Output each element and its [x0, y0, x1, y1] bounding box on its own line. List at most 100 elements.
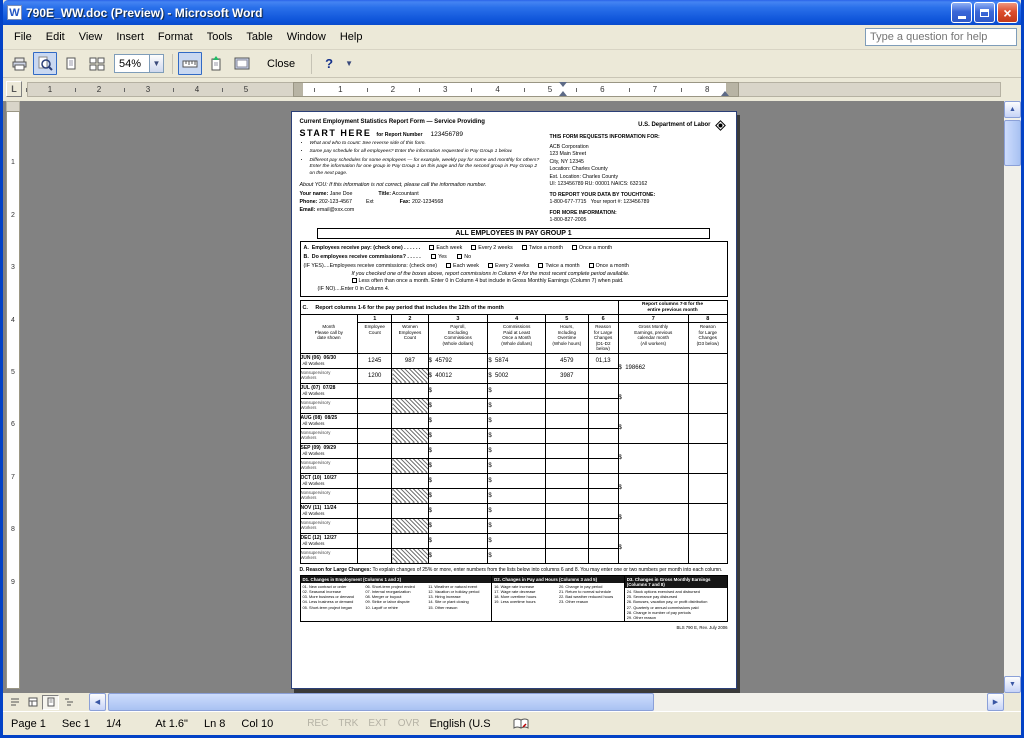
web-layout-view-button[interactable] [24, 695, 41, 710]
company-ids: UI: 123456789 RU: 00001 NAICS: 632162 [549, 181, 727, 189]
status-mode-ovr[interactable]: OVR [398, 718, 420, 729]
ruler-number: 5 [6, 369, 20, 376]
menu-item-window[interactable]: Window [280, 28, 333, 46]
data-cell [588, 428, 618, 443]
print-icon [11, 56, 27, 72]
company-street: 123 Main Street [549, 151, 727, 159]
vertical-scroll-track[interactable] [1004, 118, 1021, 676]
column-header: 2WomenEmployeesCount [392, 315, 428, 354]
status-mode-ext[interactable]: EXT [368, 718, 387, 729]
magnifier-button[interactable] [33, 52, 57, 75]
close-window-button[interactable]: × [997, 2, 1018, 23]
status-at: At 1.6" [155, 718, 188, 730]
checkbox-icon [429, 245, 434, 250]
menu-item-file[interactable]: File [7, 28, 39, 46]
horizontal-ruler[interactable]: L 1234512345678 [3, 78, 1021, 101]
ruler-number: 5 [548, 82, 552, 97]
status-mode-trk[interactable]: TRK [338, 718, 358, 729]
data-cell [588, 398, 618, 413]
data-cell [588, 413, 618, 428]
ruler-tick [471, 88, 472, 92]
scroll-down-button[interactable]: ▼ [1004, 676, 1021, 693]
all-workers-label: All Workers [301, 511, 358, 516]
hatched-cell [392, 518, 428, 533]
ruler-number: 6 [6, 421, 20, 428]
data-cell [392, 413, 428, 428]
help-button[interactable]: ? [317, 52, 341, 75]
touchtone-number: 1-800-677-7715 [549, 199, 586, 205]
menu-item-table[interactable]: Table [239, 28, 279, 46]
ruler-number: 7 [653, 82, 657, 97]
multiple-pages-button[interactable] [85, 52, 109, 75]
restore-button[interactable] [974, 2, 995, 23]
multiple-pages-icon [89, 56, 105, 72]
document-page[interactable]: Current Employment Statistics Report For… [291, 111, 737, 689]
horizontal-scroll-track[interactable] [106, 693, 987, 711]
print-button[interactable] [7, 52, 31, 75]
agency-block: U.S. Department of Labor THIS FORM REQUE… [543, 119, 727, 225]
scroll-left-button[interactable]: ◀ [89, 693, 106, 711]
reason-code-column: 01. New contract or order02. Seasonal in… [302, 584, 365, 609]
status-mode-rec[interactable]: REC [307, 718, 328, 729]
minimize-button[interactable] [951, 2, 972, 23]
scroll-up-button[interactable]: ▲ [1004, 101, 1021, 118]
shrink-to-fit-icon [208, 56, 224, 72]
nonsupervisory-label: NonsupervisoryWorkers [300, 368, 358, 383]
report-table: C. Report columns 1-6 for the pay period… [300, 300, 728, 564]
right-indent-marker[interactable] [721, 91, 729, 96]
hanging-indent-marker[interactable] [559, 91, 567, 96]
month-cell: DEC (12) 12/27All Workers [300, 533, 358, 548]
close-preview-button[interactable]: Close [256, 54, 306, 74]
title-value: Accountant [392, 191, 419, 197]
magnifier-icon [37, 56, 53, 72]
spelling-status-icon[interactable] [513, 718, 529, 730]
ruler-number: 3 [443, 82, 447, 97]
checkbox-icon [589, 263, 594, 268]
full-screen-button[interactable] [230, 52, 254, 75]
menu-item-view[interactable]: View [72, 28, 110, 46]
email-value: email@xxx.com [317, 207, 354, 213]
option-label: Each week [436, 245, 462, 251]
statusbar: Page 1 Sec 1 1/4 At 1.6" Ln 8 Col 10 REC… [3, 711, 1021, 735]
first-line-indent-marker[interactable] [559, 82, 567, 87]
data-cell: $ [488, 458, 546, 473]
column-header: 3Payroll,ExcludingCommissions(Whole doll… [428, 315, 488, 354]
normal-view-button[interactable] [6, 695, 23, 710]
menu-item-format[interactable]: Format [151, 28, 200, 46]
data-cell: 4579 [545, 353, 588, 368]
menu-item-edit[interactable]: Edit [39, 28, 72, 46]
toolbar-options-icon[interactable]: ▼ [345, 59, 353, 68]
ruler-icon [182, 56, 198, 72]
ruler-number: 4 [195, 82, 199, 97]
nonsupervisory-label: NonsupervisoryWorkers [300, 458, 358, 473]
vertical-scroll-thumb[interactable] [1004, 120, 1021, 166]
help-question-input[interactable] [865, 28, 1017, 46]
menu-item-tools[interactable]: Tools [200, 28, 240, 46]
tab-selector[interactable]: L [6, 81, 22, 97]
data-cell [545, 458, 588, 473]
data-cell: 987 [392, 353, 428, 368]
menu-item-help[interactable]: Help [333, 28, 370, 46]
zoom-select[interactable]: 54% ▼ [114, 54, 164, 73]
ruler-number: 7 [6, 474, 20, 481]
data-cell: $ [488, 383, 546, 398]
vertical-scrollbar[interactable]: ▲ ▼ [1004, 101, 1021, 693]
reason-code-boxes: D1. Changes in Employment (Columns 1 and… [300, 575, 728, 622]
view-ruler-button[interactable] [178, 52, 202, 75]
horizontal-scroll-thumb[interactable] [108, 693, 654, 711]
horizontal-scrollbar[interactable]: ◀ ▶ [89, 693, 1004, 711]
section-d-rest: To explain changes of 25% or more, enter… [373, 567, 723, 573]
nonsupervisory-label: NonsupervisoryWorkers [300, 398, 358, 413]
horizontal-scroll-row: ◀ ▶ [3, 693, 1021, 711]
scroll-right-button[interactable]: ▶ [987, 693, 1004, 711]
print-layout-view-button[interactable] [42, 695, 59, 710]
instruction-bullets: What and who to count: See reverse side … [310, 141, 540, 177]
sections-a-b: A. Employees receive pay: (check one) . … [300, 241, 728, 297]
menu-item-insert[interactable]: Insert [109, 28, 151, 46]
outline-view-button[interactable] [60, 695, 77, 710]
ruler-tick [173, 88, 174, 92]
shrink-to-fit-button[interactable] [204, 52, 228, 75]
vertical-ruler: 123456789 [3, 101, 23, 693]
one-page-button[interactable] [59, 52, 83, 75]
reason-code-column: 20. Change in pay period21. Return to no… [558, 584, 623, 604]
